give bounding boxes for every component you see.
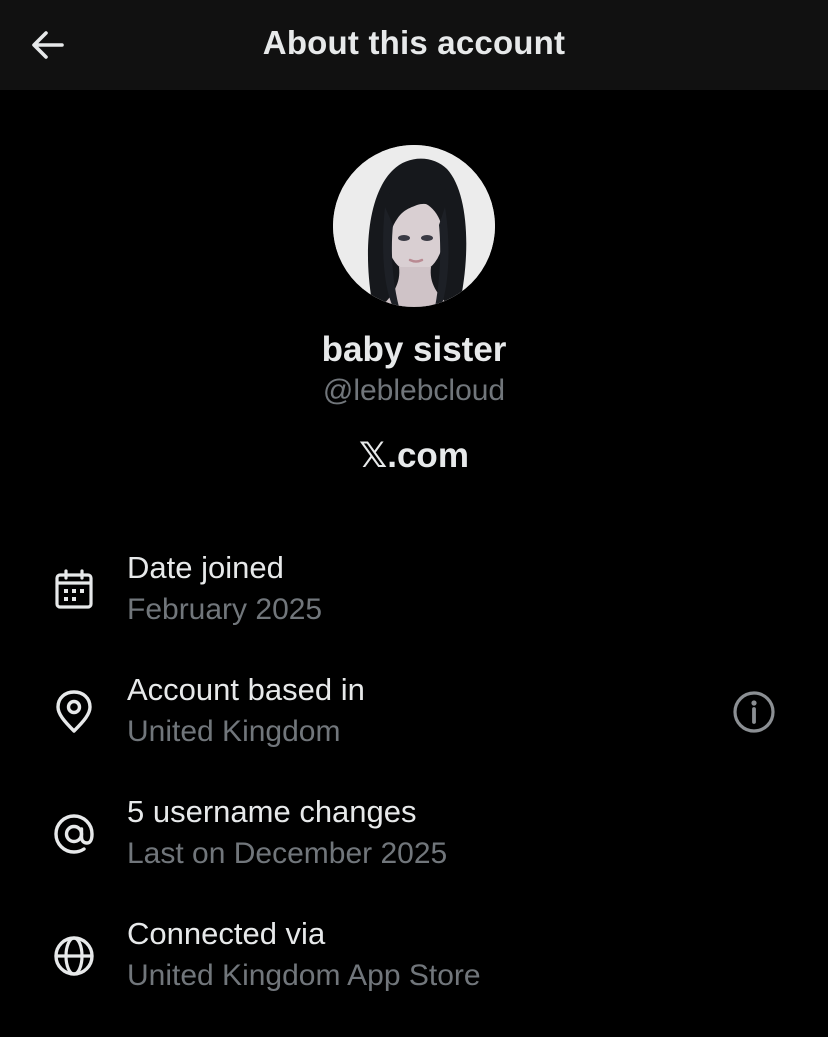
detail-row-connected-via: Connected via United Kingdom App Store [0, 911, 828, 1021]
globe-icon [50, 932, 98, 980]
detail-value: Last on December 2025 [127, 837, 448, 870]
info-icon [733, 691, 775, 733]
display-name: baby sister [321, 330, 507, 369]
avatar[interactable] [333, 145, 495, 307]
detail-title: Connected via [127, 916, 326, 951]
location-pin-icon [50, 688, 98, 736]
detail-title: 5 username changes [127, 794, 417, 829]
calendar-icon [50, 566, 98, 614]
detail-row-username-changes: 5 username changes Last on December 2025 [0, 789, 828, 899]
detail-title: Date joined [127, 550, 284, 585]
detail-value: United Kingdom [127, 715, 341, 748]
avatar-image [333, 145, 495, 307]
detail-row-date-joined: Date joined February 2025 [0, 545, 828, 655]
detail-title: Account based in [127, 672, 365, 707]
username-handle: @leblebcloud [322, 374, 506, 407]
detail-value: February 2025 [127, 593, 323, 626]
website-link[interactable]: 𝕏.com [0, 436, 828, 476]
at-sign-icon [50, 810, 98, 858]
detail-row-account-based-in: Account based in United Kingdom [0, 667, 828, 777]
info-button[interactable] [730, 688, 778, 736]
detail-value: United Kingdom App Store [127, 959, 481, 992]
top-bar: About this account [0, 0, 828, 90]
page-title: About this account [262, 24, 566, 61]
